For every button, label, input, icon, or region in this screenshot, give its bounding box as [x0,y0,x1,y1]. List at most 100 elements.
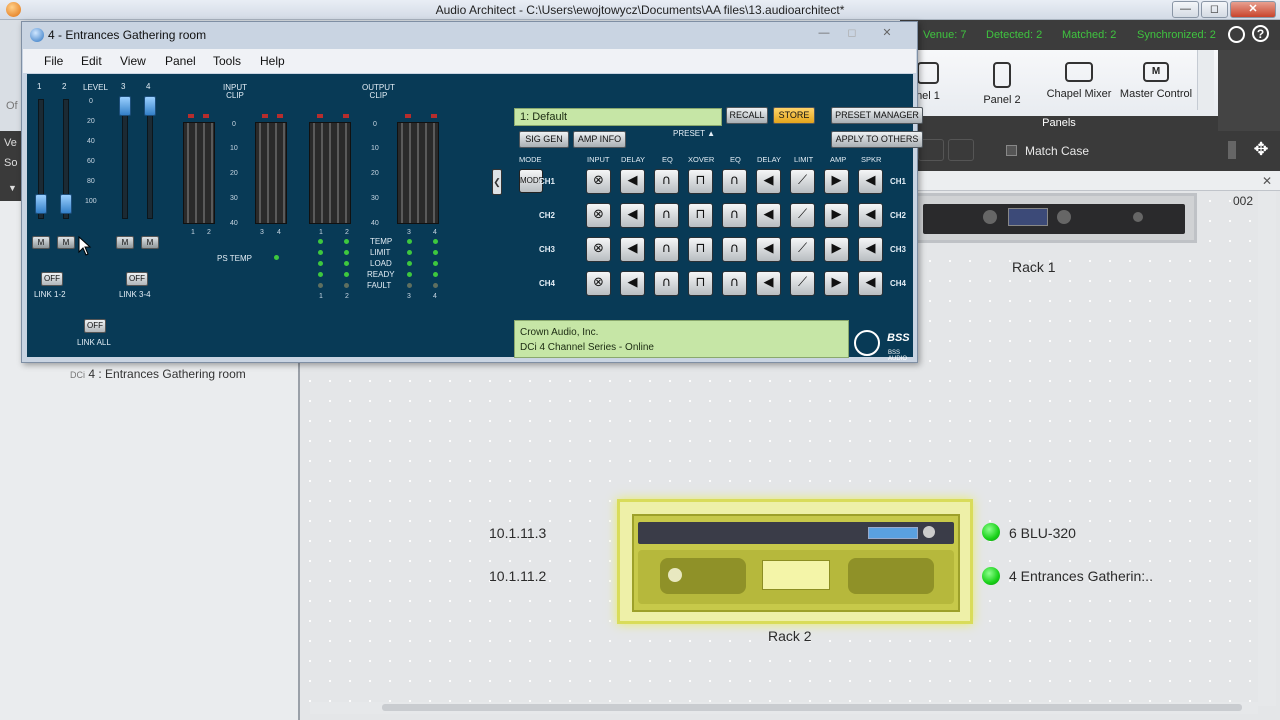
delay2-block-ch3[interactable]: ◀ [756,237,781,262]
dialog-close-button[interactable]: ✕ [872,25,902,42]
delay2-block-ch1[interactable]: ◀ [756,169,781,194]
dialog-maximize-button[interactable]: ◻ [839,25,865,42]
amp-block-ch4[interactable]: ▶ [824,271,849,296]
limit-block-ch2[interactable]: ⟋ [790,203,815,228]
level-scale-80: 80 [87,178,95,185]
link-3-4-toggle[interactable]: OFF [126,272,148,286]
limit-block-ch4[interactable]: ⟋ [790,271,815,296]
menu-file[interactable]: File [44,54,63,68]
xover-block-ch1[interactable]: ⊓ [688,169,713,194]
chapel-mixer-button[interactable]: Chapel Mixer [1041,62,1117,122]
bss-logo: BSS [887,332,910,344]
device-control-dialog[interactable]: 4 - Entrances Gathering room — ◻ ✕ File … [21,21,923,363]
input-block-ch1[interactable]: ⊗ [586,169,611,194]
canvas-horizontal-scrollbar[interactable] [310,702,1258,714]
web-icon[interactable] [1228,26,1245,43]
blu-320-unit[interactable] [638,522,954,544]
mute-button-ch4[interactable]: M [141,236,159,249]
fullscreen-icon[interactable]: ✥ [1250,138,1272,160]
status-load: LOAD [370,259,392,268]
toolbar-button[interactable] [948,139,974,161]
device-list-item[interactable]: DCi 4 : Entrances Gathering room [70,367,246,381]
help-icon[interactable]: ? [1252,25,1269,42]
eq2-block-ch2[interactable]: ∩ [722,203,747,228]
minimize-button[interactable]: — [1172,1,1199,18]
input-block-ch4[interactable]: ⊗ [586,271,611,296]
delay-block-ch3[interactable]: ◀ [620,237,645,262]
amp-block-ch2[interactable]: ▶ [824,203,849,228]
menu-panel[interactable]: Panel [165,54,196,68]
corner-label: 002 [1233,194,1254,208]
preset-label: PRESET ▲ [673,129,716,138]
toolbar-splitter[interactable] [1228,141,1236,159]
delay-block-ch1[interactable]: ◀ [620,169,645,194]
delay2-block-ch4[interactable]: ◀ [756,271,781,296]
store-button[interactable]: STORE [773,107,815,124]
limit-block-ch3[interactable]: ⟋ [790,237,815,262]
link-1-2-toggle[interactable]: OFF [41,272,63,286]
eq-block-ch4[interactable]: ∩ [654,271,679,296]
maximize-button[interactable]: ◻ [1201,1,1228,18]
rack-2[interactable] [617,499,973,624]
eq2-block-ch1[interactable]: ∩ [722,169,747,194]
mute-button-ch2[interactable]: M [57,236,75,249]
rack-2-device[interactable] [632,514,960,612]
eq-block-ch1[interactable]: ∩ [654,169,679,194]
output-ch-label: 1 [319,229,323,236]
delay-block-ch4[interactable]: ◀ [620,271,645,296]
xover-block-ch4[interactable]: ⊓ [688,271,713,296]
spkr-block-ch1[interactable]: ◀ [858,169,883,194]
mute-button-ch3[interactable]: M [116,236,134,249]
limit-block-ch1[interactable]: ⟋ [790,169,815,194]
delay2-block-ch2[interactable]: ◀ [756,203,781,228]
match-case-checkbox[interactable] [1006,145,1017,156]
delay-block-ch2[interactable]: ◀ [620,203,645,228]
master-control-button[interactable]: M Master Control [1118,62,1194,122]
canvas-vertical-scrollbar[interactable] [1258,191,1276,706]
fader-ch1[interactable] [35,194,47,214]
spkr-block-ch2[interactable]: ◀ [858,203,883,228]
spkr-block-ch4[interactable]: ◀ [858,271,883,296]
status-led [318,250,323,255]
xover-block-ch3[interactable]: ⊓ [688,237,713,262]
xover-block-ch2[interactable]: ⊓ [688,203,713,228]
scroll-thumb[interactable] [382,704,1242,711]
amp-block-ch1[interactable]: ▶ [824,169,849,194]
input-block-ch2[interactable]: ⊗ [586,203,611,228]
collapse-panel-button[interactable]: ❮ [492,169,502,195]
close-button[interactable]: ✕ [1230,1,1276,18]
expand-arrow-icon[interactable]: ▼ [8,183,17,193]
amp-block-ch3[interactable]: ▶ [824,237,849,262]
menu-tools[interactable]: Tools [213,54,241,68]
recall-button[interactable]: RECALL [726,107,768,124]
output-scale: 30 [371,195,379,202]
eq2-block-ch4[interactable]: ∩ [722,271,747,296]
eq2-block-ch3[interactable]: ∩ [722,237,747,262]
spkr-block-ch3[interactable]: ◀ [858,237,883,262]
apply-to-others-button[interactable]: APPLY TO OTHERS [831,131,923,148]
menu-edit[interactable]: Edit [81,54,102,68]
eq-block-ch3[interactable]: ∩ [654,237,679,262]
panel-icon: M [1143,62,1169,82]
close-tab-icon[interactable]: ✕ [1262,174,1272,188]
input-block-ch3[interactable]: ⊗ [586,237,611,262]
channel-label-right: CH4 [890,279,907,288]
rack-1[interactable] [915,193,1197,243]
rack-1-device[interactable] [923,204,1185,234]
fader-ch3[interactable] [119,96,131,116]
mute-button-ch1[interactable]: M [32,236,50,249]
ribbon-scrollbar[interactable] [1197,50,1214,110]
preset-manager-button[interactable]: PRESET MANAGER [831,107,923,124]
menu-help[interactable]: Help [260,54,285,68]
amp-info-button[interactable]: AMP INFO [573,131,626,148]
panel-2-button[interactable]: Panel 2 [964,62,1040,122]
fader-ch4[interactable] [144,96,156,116]
dialog-minimize-button[interactable]: — [811,25,837,42]
preset-selector[interactable]: 1: Default [514,108,722,126]
fader-ch2[interactable] [60,194,72,214]
menu-view[interactable]: View [120,54,146,68]
crown-amp-unit[interactable] [638,550,954,604]
eq-block-ch2[interactable]: ∩ [654,203,679,228]
link-all-toggle[interactable]: OFF [84,319,106,333]
sig-gen-button[interactable]: SIG GEN [519,131,569,148]
